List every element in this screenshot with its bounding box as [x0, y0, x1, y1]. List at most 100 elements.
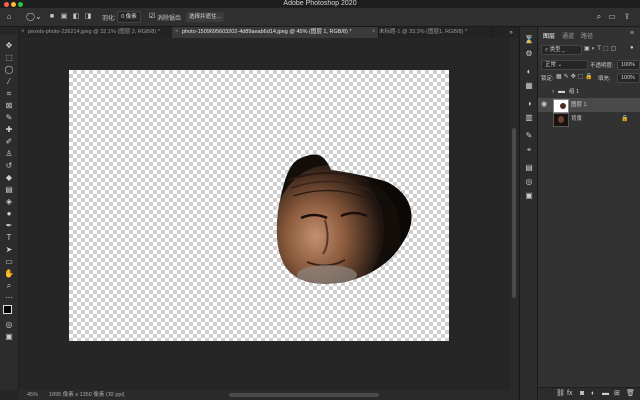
properties-panel-icon[interactable]: ⚙	[524, 49, 534, 59]
thumbnail-face-icon	[558, 116, 564, 123]
lock-options-icons[interactable]: ▦✎✥⬚🔒	[556, 73, 595, 80]
close-tab-icon[interactable]: ×	[372, 27, 376, 38]
foreground-color-swatch[interactable]	[3, 305, 12, 314]
panel-menu-icon[interactable]: ≡	[630, 30, 634, 37]
search-icon[interactable]: ⌕	[594, 12, 604, 22]
layer-row-group[interactable]: › ▬ 组 1	[538, 85, 640, 99]
cutout-face-image	[276, 154, 412, 284]
quick-select-tool-icon[interactable]: ⁄	[4, 77, 14, 86]
lock-icon: 🔒	[621, 116, 629, 122]
vertical-scroll-thumb[interactable]	[512, 128, 516, 298]
new-selection-icon[interactable]: ■	[48, 12, 56, 22]
tab-doc-3[interactable]: × 未标题-1 @ 33.3% (图层1, RGB/8) *	[369, 27, 492, 38]
filter-icons[interactable]: ▣◐T⬚▢	[584, 45, 618, 52]
layers-panel-icon[interactable]: ▤	[524, 163, 534, 173]
layer-name: 图层 1	[571, 102, 587, 108]
channels-panel-icon[interactable]: ◎	[524, 177, 534, 187]
title-bar: Adobe Photoshop 2020	[0, 0, 640, 8]
screen-mode-icon[interactable]: ▣	[4, 332, 14, 341]
select-and-mask-button[interactable]: 选择并遮住...	[186, 12, 224, 22]
adjustment-layer-icon[interactable]: ◐	[591, 389, 595, 399]
status-bar: 45% 1895 像素 x 1350 像素 (72 ppi) ›	[19, 390, 518, 400]
path-selection-tool-icon[interactable]: ➤	[4, 245, 14, 254]
tab-doc-2[interactable]: × photo-1509695603202-4d89aeab6d14.jpeg …	[172, 27, 379, 38]
close-tab-icon[interactable]: ×	[21, 27, 25, 38]
lasso-tool-icon[interactable]: ◯	[4, 65, 14, 74]
layers-panel: 图层 通道 路径 ≡ ⌕ 类型 ⌄ ▣◐T⬚▢ ● 正常 ⌄ 不透明度: 100…	[537, 27, 640, 400]
fill-input[interactable]: 100%	[617, 73, 640, 83]
quick-mask-icon[interactable]: ◎	[4, 320, 14, 329]
new-layer-icon[interactable]: ⊞	[614, 389, 620, 399]
history-brush-tool-icon[interactable]: ↺	[4, 161, 14, 170]
opacity-label: 不透明度:	[590, 63, 614, 69]
swatches-panel-icon[interactable]: ▦	[524, 81, 534, 91]
vertical-scrollbar[interactable]	[510, 38, 518, 390]
adjustments-panel-icon[interactable]: ◑	[524, 99, 534, 109]
document-tabs: × pexels-photo-236214.jpeg @ 32.1% (图层 2…	[18, 27, 518, 38]
brushes-panel-icon[interactable]: ✎	[524, 131, 534, 141]
pen-tool-icon[interactable]: ✒	[4, 221, 14, 230]
move-tool-icon[interactable]: ✥	[4, 41, 14, 50]
tab-layers[interactable]: 图层	[543, 31, 555, 40]
frame-tool-icon[interactable]: ⊠	[4, 101, 14, 110]
status-menu-icon[interactable]: ›	[109, 390, 111, 400]
document-canvas[interactable]	[69, 70, 449, 341]
layers-panel-footer: ⛓ fx ◙ ◐ ▬ ⊞ 🗑	[538, 387, 640, 400]
color-panel-icon[interactable]: ◐	[524, 67, 534, 77]
tab-paths[interactable]: 路径	[581, 31, 593, 40]
feather-input[interactable]: 0 像素	[117, 11, 141, 23]
opacity-input[interactable]: 100%	[617, 60, 640, 70]
home-icon[interactable]: ⌂	[4, 12, 14, 22]
close-tab-icon[interactable]: ×	[175, 27, 179, 38]
add-selection-icon[interactable]: ▣	[60, 12, 68, 22]
intersect-selection-icon[interactable]: ◨	[84, 12, 92, 22]
lock-label: 锁定:	[541, 76, 554, 82]
glyphs-panel-icon[interactable]: ▣	[524, 191, 534, 201]
rectangle-tool-icon[interactable]: ▭	[4, 257, 14, 266]
libraries-panel-icon[interactable]: ▥	[524, 113, 534, 123]
layer-row-background[interactable]: 背景 🔒	[538, 112, 640, 127]
workspace-icon[interactable]: ▭	[607, 12, 617, 22]
history-panel-icon[interactable]: ⌛	[524, 35, 534, 45]
delete-layer-icon[interactable]: 🗑	[626, 389, 635, 399]
zoom-tool-icon[interactable]: ⌕	[4, 281, 14, 290]
eraser-tool-icon[interactable]: ◆	[4, 173, 14, 182]
visibility-eye-icon[interactable]: ◉	[541, 98, 547, 112]
lasso-preset-icon[interactable]: ◯⌄	[26, 12, 42, 22]
type-tool-icon[interactable]: T	[4, 233, 14, 242]
healing-brush-tool-icon[interactable]: ✚	[4, 125, 14, 134]
dodge-tool-icon[interactable]: ●	[4, 209, 14, 218]
clone-stamp-tool-icon[interactable]: ♙	[4, 149, 14, 158]
more-tools-icon[interactable]: ⋯	[4, 293, 14, 302]
share-icon[interactable]: ⇪	[622, 12, 632, 22]
gradient-tool-icon[interactable]: ▤	[4, 185, 14, 194]
marquee-tool-icon[interactable]: ⬚	[4, 53, 14, 62]
tab-doc-1[interactable]: × pexels-photo-236214.jpeg @ 32.1% (图层 2…	[18, 27, 182, 38]
brush-tool-icon[interactable]: ✐	[4, 137, 14, 146]
fill-label: 填充:	[598, 76, 611, 82]
link-layers-icon[interactable]: ⛓	[556, 389, 565, 399]
antialias-checkbox[interactable]: ☑	[148, 12, 156, 22]
subtract-selection-icon[interactable]: ◧	[72, 12, 80, 22]
paths-panel-icon[interactable]: ⌖	[524, 145, 534, 155]
expand-group-icon[interactable]: ›	[552, 85, 554, 99]
tabs-overflow-icon[interactable]: »	[506, 28, 516, 38]
folder-icon: ▬	[558, 88, 565, 95]
app-title: Adobe Photoshop 2020	[283, 0, 357, 7]
layer-style-icon[interactable]: fx	[567, 389, 572, 399]
blend-mode-select[interactable]: 正常 ⌄	[541, 60, 588, 70]
layer-row-layer1[interactable]: ◉ 图层 1	[538, 98, 640, 113]
blur-tool-icon[interactable]: ◈	[4, 197, 14, 206]
filter-type-select[interactable]: ⌕ 类型 ⌄	[541, 45, 582, 55]
layer-filter-row: ⌕ 类型 ⌄ ▣◐T⬚▢ ●	[538, 45, 640, 55]
tab-channels[interactable]: 通道	[562, 31, 574, 40]
eyedropper-tool-icon[interactable]: ✎	[4, 113, 14, 122]
horizontal-scroll-thumb[interactable]	[229, 393, 379, 397]
add-mask-icon[interactable]: ◙	[580, 389, 584, 399]
zoom-level[interactable]: 45%	[27, 390, 38, 400]
crop-tool-icon[interactable]: ⌗	[4, 89, 14, 98]
new-group-icon[interactable]: ▬	[602, 389, 609, 399]
document-info: 1895 像素 x 1350 像素 (72 ppi)	[49, 392, 125, 398]
hand-tool-icon[interactable]: ✋	[4, 269, 14, 278]
filter-toggle-icon[interactable]: ●	[630, 45, 634, 51]
